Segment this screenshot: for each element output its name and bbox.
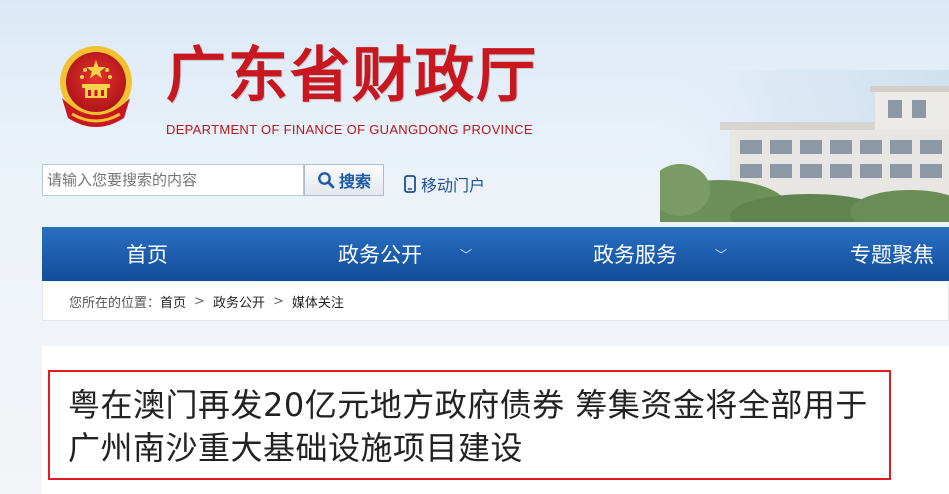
government-building-image <box>660 70 949 222</box>
nav-item-label: 首页 <box>126 243 168 267</box>
nav-item-government-affairs[interactable]: 政务公开 ﹀ <box>338 227 472 281</box>
main-nav: 首页 政务公开 ﹀ 政务服务 ﹀ 专题聚焦 <box>42 227 949 281</box>
nav-item-label: 政务公开 <box>338 243 422 267</box>
chevron-down-icon: ﹀ <box>715 247 728 262</box>
nav-item-topics[interactable]: 专题聚焦 <box>850 227 934 281</box>
breadcrumb-prefix: 您所在的位置： <box>69 295 161 311</box>
site-header: 广东省财政厅 DEPARTMENT OF FINANCE OF GUANGDON… <box>0 0 949 222</box>
article-title-highlight: 粤在澳门再发20亿元地方政府债券 筹集资金将全部用于广州南沙重大基础设施项目建设 <box>48 370 891 480</box>
nav-item-label: 专题聚焦 <box>850 243 934 267</box>
breadcrumb-separator: > <box>272 293 284 309</box>
breadcrumb-home[interactable]: 首页 <box>160 292 186 311</box>
mobile-portal-label: 移动门户 <box>421 176 486 195</box>
breadcrumb-media[interactable]: 媒体关注 <box>292 292 344 311</box>
article-title: 粤在澳门再发20亿元地方政府债券 筹集资金将全部用于广州南沙重大基础设施项目建设 <box>68 386 868 467</box>
mobile-portal-link[interactable]: 移动门户 <box>404 172 485 196</box>
site-subtitle: DEPARTMENT OF FINANCE OF GUANGDONG PROVI… <box>166 122 533 137</box>
chevron-down-icon: ﹀ <box>460 247 473 262</box>
search-button[interactable]: 搜索 <box>304 164 384 196</box>
breadcrumb-separator: > <box>194 293 205 309</box>
search-button-label: 搜索 <box>338 172 371 191</box>
breadcrumb-government-affairs[interactable]: 政务公开 <box>213 292 265 311</box>
nav-item-label: 政务服务 <box>593 243 677 267</box>
nav-item-home[interactable]: 首页 <box>126 227 168 281</box>
national-emblem-icon <box>60 46 132 127</box>
phone-icon <box>404 175 416 193</box>
breadcrumb: 您所在的位置： 首页 > 政务公开 > 媒体关注 <box>42 282 949 321</box>
nav-item-services[interactable]: 政务服务 ﹀ <box>593 227 727 281</box>
search-input[interactable] <box>42 164 304 196</box>
search-icon <box>318 172 335 189</box>
site-title: 广东省财政厅 <box>166 41 538 111</box>
